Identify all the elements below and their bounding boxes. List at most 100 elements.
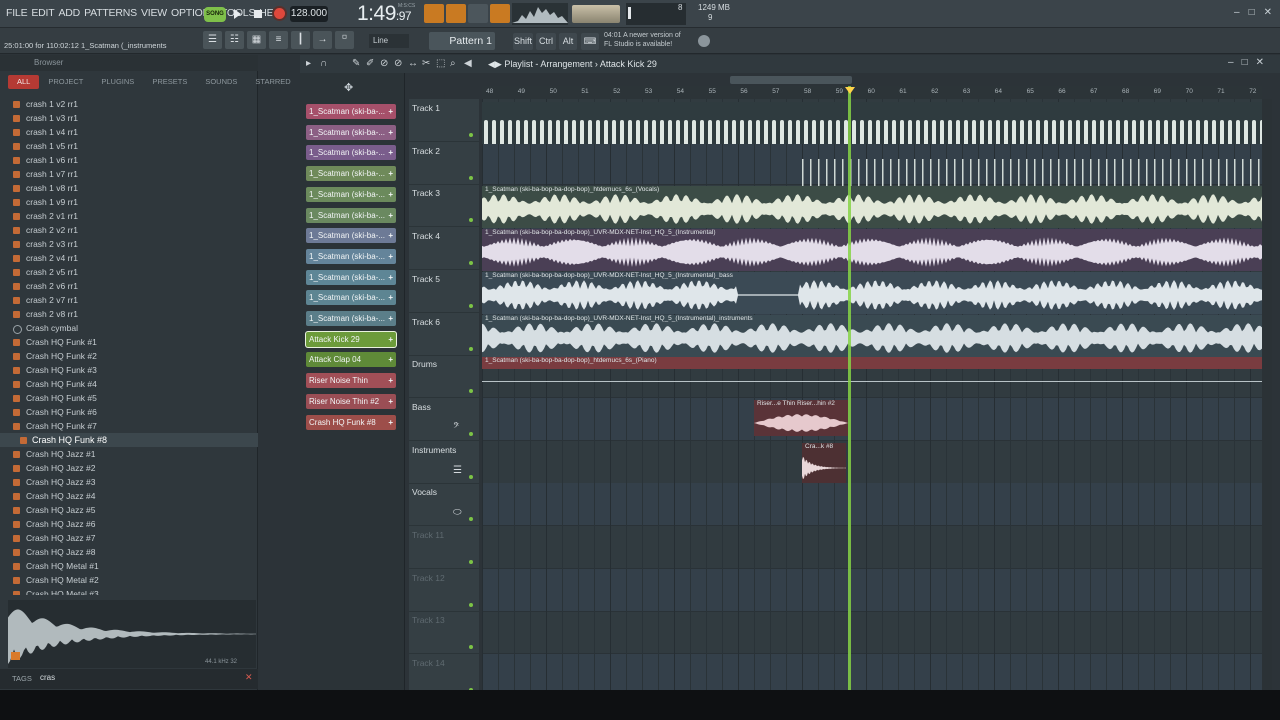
add-icon[interactable]: + xyxy=(388,166,393,181)
list-item[interactable]: crash 1 v7 rr1 xyxy=(0,167,258,181)
pattern-selector[interactable]: Pattern 1 xyxy=(429,32,495,50)
list-item[interactable]: crash 1 v2 rr1 xyxy=(0,97,258,111)
track-lane[interactable] xyxy=(482,611,1262,655)
plugin-icon[interactable]: ┃ xyxy=(291,31,310,49)
browser-tab-all[interactable]: ALL xyxy=(8,75,40,89)
list-item[interactable]: crash 2 v8 rr1 xyxy=(0,307,258,321)
channel-rack-icon[interactable]: ▦ xyxy=(247,31,266,49)
picker-clip[interactable]: 1_Scatman (ski-ba-... + xyxy=(306,207,396,223)
track-mute-led[interactable] xyxy=(469,645,473,650)
list-item[interactable]: crash 2 v7 rr1 xyxy=(0,293,258,307)
song-mode-toggle[interactable]: SONG xyxy=(204,7,226,22)
add-icon[interactable]: + xyxy=(388,311,393,326)
browser-tab-presets[interactable]: PRESETS xyxy=(143,75,196,89)
list-item[interactable]: crash 1 v8 rr1 xyxy=(0,181,258,195)
audio-clip[interactable]: 1_Scatman (ski-ba-bop-ba-dop-bop)_htdemu… xyxy=(482,186,1262,228)
list-item[interactable]: Crash HQ Funk #7 xyxy=(0,419,258,433)
browser-tree[interactable]: crash 1 v2 rr1 crash 1 v3 rr1 crash 1 v4 r… xyxy=(0,97,258,595)
online-icon[interactable] xyxy=(698,35,710,47)
track-header[interactable]: Drums xyxy=(409,355,479,399)
track-name[interactable]: Track 11 xyxy=(412,530,444,540)
track-name[interactable]: Track 3 xyxy=(412,188,440,198)
add-icon[interactable]: + xyxy=(388,290,393,305)
browser-tab-project[interactable]: PROJECT xyxy=(39,75,92,89)
audio-clip[interactable]: 1_Scatman (ski-ba-bop-ba-dop-bop)_UVR-MD… xyxy=(482,315,1262,357)
track-mute-led[interactable] xyxy=(469,474,473,479)
track-name[interactable]: Track 5 xyxy=(412,274,440,284)
picker-clip[interactable]: Attack Kick 29 + xyxy=(306,331,396,347)
track-header[interactable]: Track 12 xyxy=(409,569,479,612)
picker-clip[interactable]: 1_Scatman (ski-ba-... + xyxy=(306,311,396,326)
track-name[interactable]: Track 13 xyxy=(412,615,445,625)
list-item[interactable]: Crash HQ Funk #8 xyxy=(0,433,258,447)
list-item[interactable]: crash 2 v5 rr1 xyxy=(0,265,258,279)
track-mute-led[interactable] xyxy=(469,346,473,351)
browser-tab-starred[interactable]: STARRED xyxy=(246,75,299,89)
arrow-right-icon[interactable]: → xyxy=(313,31,332,49)
add-icon[interactable]: + xyxy=(388,415,393,430)
picker-clip[interactable]: 1_Scatman (ski-ba-... + xyxy=(306,228,396,244)
list-item[interactable]: Crash cymbal xyxy=(0,321,258,335)
audio-clip[interactable]: 1_Scatman (ski-ba-bop-ba-dop-bop)_UVR-MD… xyxy=(482,229,1262,271)
tempo-display[interactable]: 128.000 xyxy=(290,6,328,22)
playhead[interactable] xyxy=(848,86,851,690)
track-header[interactable]: Track 4 xyxy=(409,227,479,271)
list-item[interactable]: Crash HQ Funk #1 xyxy=(0,335,258,349)
track-name[interactable]: Track 14 xyxy=(412,658,445,668)
playhead-marker-icon[interactable] xyxy=(845,87,855,94)
snap-selector[interactable]: Line xyxy=(369,34,409,48)
track-lane[interactable] xyxy=(482,568,1262,612)
menu-edit[interactable]: EDIT xyxy=(29,7,56,19)
menu-patterns[interactable]: PATTERNS xyxy=(82,7,139,19)
track-name[interactable]: Track 6 xyxy=(412,317,440,327)
picker-clip[interactable]: 1_Scatman (ski-ba-... + xyxy=(306,186,396,202)
track-name[interactable]: Track 2 xyxy=(412,146,440,156)
picker-clip[interactable]: Riser Noise Thin #2 + xyxy=(306,393,396,409)
add-icon[interactable]: + xyxy=(388,125,393,140)
track-name[interactable]: Drums xyxy=(412,359,437,369)
track-mute-led[interactable] xyxy=(469,560,473,564)
menu-view[interactable]: VIEW xyxy=(139,7,169,19)
list-item[interactable]: crash 2 v4 rr1 xyxy=(0,251,258,265)
picker-clip[interactable]: 1_Scatman (ski-ba-... + xyxy=(306,248,396,264)
track-name[interactable]: Track 4 xyxy=(412,231,440,241)
track-name[interactable]: Track 12 xyxy=(412,573,445,583)
add-icon[interactable]: + xyxy=(388,394,393,409)
list-item[interactable]: Crash HQ Jazz #6 xyxy=(0,517,258,531)
list-item[interactable]: crash 1 v9 rr1 xyxy=(0,195,258,209)
menu-file[interactable]: FILE xyxy=(4,7,29,19)
add-icon[interactable]: + xyxy=(388,373,393,388)
clear-search-icon[interactable]: ✕ xyxy=(245,672,253,683)
playlist-window-controls[interactable]: –□✕ xyxy=(1228,57,1272,68)
add-icon[interactable]: + xyxy=(388,187,393,202)
stop-button[interactable] xyxy=(249,5,267,23)
audio-clip[interactable] xyxy=(800,145,1262,187)
track-mute-led[interactable] xyxy=(469,431,473,436)
track-header[interactable]: Track 1 xyxy=(409,99,479,142)
mute-icon[interactable]: ⊘ xyxy=(394,58,404,69)
track-mute-led[interactable] xyxy=(469,175,473,180)
delete-icon[interactable]: ⊘ xyxy=(380,58,390,69)
track-header[interactable]: Track 5 xyxy=(409,270,479,313)
track-lane[interactable] xyxy=(482,654,1262,690)
master-volume-slider[interactable] xyxy=(572,5,620,23)
picker-clip[interactable]: Riser Noise Thin + xyxy=(306,373,396,389)
list-item[interactable]: Crash HQ Funk #4 xyxy=(0,377,258,391)
list-item[interactable]: Crash HQ Jazz #5 xyxy=(0,503,258,517)
list-item[interactable]: Crash HQ Funk #5 xyxy=(0,391,258,405)
slip-icon[interactable]: ↔ xyxy=(408,58,418,69)
typing-keyboard-icon[interactable]: ⌨ xyxy=(581,33,599,50)
sample-preview[interactable] xyxy=(8,600,256,668)
list-item[interactable]: Crash HQ Metal #1 xyxy=(0,559,258,573)
list-item[interactable]: Crash HQ Funk #3 xyxy=(0,363,258,377)
close-icon[interactable]: ✕ xyxy=(1264,7,1272,18)
picker-clip[interactable]: Attack Clap 04 + xyxy=(306,352,396,368)
list-item[interactable]: Crash HQ Jazz #1 xyxy=(0,447,258,461)
track-header[interactable]: Track 2 xyxy=(409,142,479,185)
track-lane[interactable] xyxy=(482,441,1262,484)
list-item[interactable]: Crash HQ Jazz #2 xyxy=(0,461,258,475)
list-item[interactable]: Crash HQ Metal #3 xyxy=(0,587,258,595)
track-lane[interactable] xyxy=(482,397,1262,441)
track-name[interactable]: Bass xyxy=(412,402,431,412)
vertical-scrollbar[interactable] xyxy=(1262,99,1272,690)
